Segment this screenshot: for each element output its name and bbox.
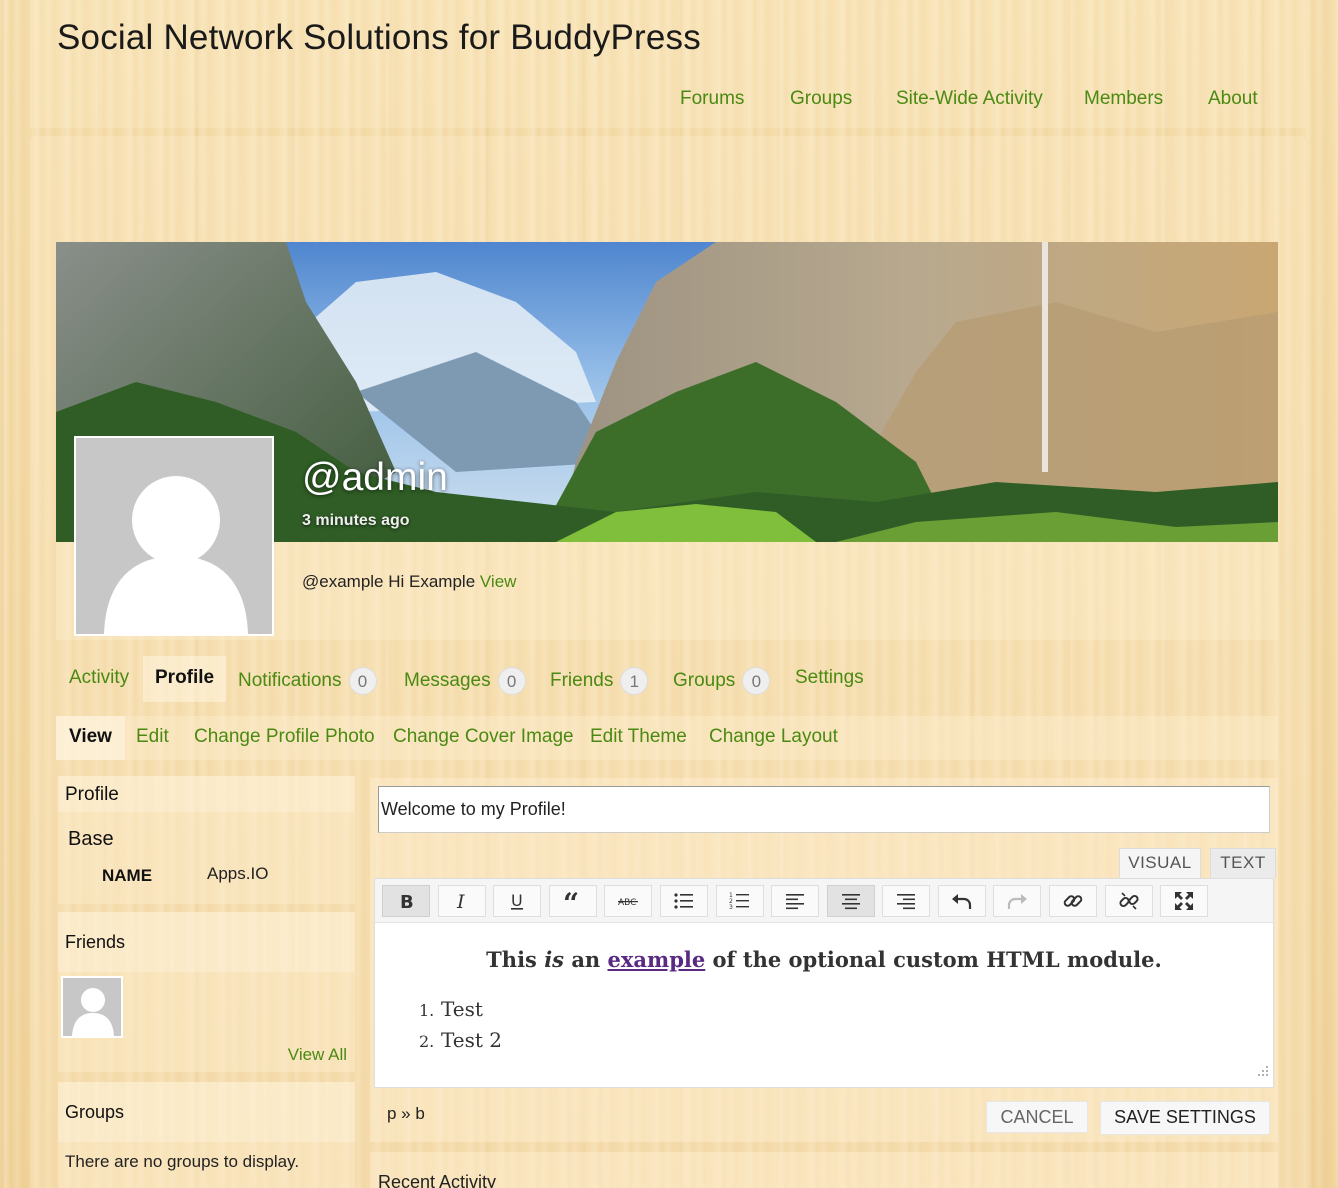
tab-friends[interactable]: Friends 1 bbox=[550, 656, 649, 702]
friends-count-badge: 1 bbox=[620, 667, 649, 695]
profile-widget-title: Profile bbox=[58, 776, 355, 812]
recent-activity-title: Recent Activity bbox=[378, 1172, 497, 1188]
bullet-list-icon[interactable] bbox=[660, 885, 708, 917]
module-title-input[interactable] bbox=[378, 786, 1270, 833]
messages-count-badge: 0 bbox=[497, 667, 526, 695]
svg-text:“: “ bbox=[563, 891, 579, 911]
cancel-button[interactable]: CANCEL bbox=[986, 1101, 1088, 1133]
link-icon[interactable] bbox=[1049, 885, 1097, 917]
blockquote-icon[interactable]: “ bbox=[549, 885, 597, 917]
element-path: p » b bbox=[387, 1104, 425, 1123]
groups-widget-title: Groups bbox=[58, 1082, 355, 1142]
list-item-text: Test 2 bbox=[441, 1028, 503, 1052]
tab-groups[interactable]: Groups 0 bbox=[673, 656, 771, 702]
profile-widget: Profile Base NAME Apps.IO bbox=[58, 776, 355, 904]
tab-groups-label: Groups bbox=[673, 670, 736, 692]
latest-update: @example Hi Example View bbox=[302, 572, 516, 592]
nav-members[interactable]: Members bbox=[1084, 88, 1163, 110]
subtab-change-layout[interactable]: Change Layout bbox=[709, 716, 838, 760]
heading-text-2: an bbox=[571, 947, 601, 972]
align-center-icon[interactable] bbox=[827, 885, 875, 917]
tab-settings[interactable]: Settings bbox=[795, 656, 864, 702]
rich-text-editor: B I U “ ABC 123 This is an example of th… bbox=[374, 878, 1274, 1123]
field-name-label: NAME bbox=[102, 866, 153, 885]
friends-widget: Friends View All bbox=[58, 912, 355, 1072]
default-avatar-icon bbox=[104, 476, 248, 634]
tab-friends-label: Friends bbox=[550, 670, 614, 692]
nav-forums[interactable]: Forums bbox=[680, 88, 744, 110]
content-ordered-list: 1. Test 2. Test 2 bbox=[419, 997, 502, 1059]
align-right-icon[interactable] bbox=[882, 885, 930, 917]
subtab-edit-theme[interactable]: Edit Theme bbox=[590, 716, 687, 760]
no-groups-message: There are no groups to display. bbox=[65, 1152, 300, 1171]
save-settings-button[interactable]: SAVE SETTINGS bbox=[1100, 1101, 1270, 1135]
default-avatar-icon bbox=[72, 988, 114, 1036]
strikethrough-icon[interactable]: ABC bbox=[604, 885, 652, 917]
undo-icon[interactable] bbox=[938, 885, 986, 917]
heading-emphasis: is bbox=[544, 947, 564, 972]
svg-text:B: B bbox=[400, 892, 414, 911]
subtab-view[interactable]: View bbox=[56, 716, 125, 760]
list-item: 2. Test 2 bbox=[419, 1028, 503, 1052]
notifications-count-badge: 0 bbox=[348, 667, 377, 695]
last-active: 3 minutes ago bbox=[302, 512, 410, 529]
fullscreen-icon[interactable] bbox=[1160, 885, 1208, 917]
underline-icon[interactable]: U bbox=[493, 885, 541, 917]
svg-text:ABC: ABC bbox=[618, 898, 636, 908]
redo-icon[interactable] bbox=[993, 885, 1041, 917]
tab-profile[interactable]: Profile bbox=[143, 656, 227, 702]
subtab-change-profile-photo[interactable]: Change Profile Photo bbox=[194, 716, 375, 760]
friends-view-all-link[interactable]: View All bbox=[288, 1045, 347, 1065]
unlink-icon[interactable] bbox=[1105, 885, 1153, 917]
resize-handle-icon[interactable] bbox=[1257, 1065, 1269, 1077]
groups-count-badge: 0 bbox=[742, 667, 771, 695]
visual-tab[interactable]: VISUAL bbox=[1119, 848, 1201, 878]
latest-update-text: @example Hi Example bbox=[302, 572, 476, 591]
tab-messages-label: Messages bbox=[404, 670, 491, 692]
numbered-list-icon[interactable]: 123 bbox=[716, 885, 764, 917]
italic-icon[interactable]: I bbox=[438, 885, 486, 917]
nav-site-wide-activity[interactable]: Site-Wide Activity bbox=[896, 88, 1043, 110]
base-group-title: Base bbox=[68, 828, 114, 850]
site-title[interactable]: Social Network Solutions for BuddyPress bbox=[57, 18, 701, 58]
friends-widget-title: Friends bbox=[58, 912, 355, 972]
tab-messages[interactable]: Messages 0 bbox=[404, 656, 526, 702]
align-left-icon[interactable] bbox=[771, 885, 819, 917]
tab-notifications[interactable]: Notifications 0 bbox=[238, 656, 377, 702]
svg-text:I: I bbox=[456, 891, 465, 911]
friend-avatar[interactable] bbox=[61, 976, 123, 1038]
subtab-edit[interactable]: Edit bbox=[136, 716, 169, 760]
field-name-value: Apps.IO bbox=[207, 864, 269, 883]
latest-update-view-link[interactable]: View bbox=[480, 572, 517, 591]
sub-nav: View Edit Change Profile Photo Change Co… bbox=[56, 716, 1278, 760]
text-tab[interactable]: TEXT bbox=[1210, 848, 1276, 878]
editor-toolbar: B I U “ ABC 123 bbox=[375, 879, 1273, 923]
primary-nav: Activity Profile Notifications 0 Messages… bbox=[0, 656, 1338, 702]
nav-about[interactable]: About bbox=[1208, 88, 1258, 110]
profile-handle: @admin bbox=[302, 456, 448, 499]
list-item-text: Test bbox=[441, 997, 483, 1021]
editor-content[interactable]: This is an example of the optional custo… bbox=[375, 923, 1273, 1123]
groups-widget: Groups There are no groups to display. bbox=[58, 1082, 355, 1188]
heading-text-3: of the optional custom HTML module. bbox=[712, 947, 1162, 972]
recent-activity-widget: Recent Activity bbox=[370, 1152, 1278, 1188]
tab-notifications-label: Notifications bbox=[238, 670, 342, 692]
list-item: 1. Test bbox=[419, 997, 483, 1021]
nav-groups[interactable]: Groups bbox=[790, 88, 852, 110]
bold-icon[interactable]: B bbox=[382, 885, 430, 917]
profile-avatar[interactable] bbox=[74, 436, 274, 636]
heading-text-1: This bbox=[486, 947, 537, 972]
subtab-change-cover-image[interactable]: Change Cover Image bbox=[393, 716, 574, 760]
svg-text:3: 3 bbox=[729, 904, 733, 911]
heading-example-link[interactable]: example bbox=[608, 947, 706, 972]
content-heading: This is an example of the optional custo… bbox=[375, 947, 1273, 972]
svg-text:U: U bbox=[511, 891, 523, 910]
tab-activity[interactable]: Activity bbox=[69, 656, 129, 702]
